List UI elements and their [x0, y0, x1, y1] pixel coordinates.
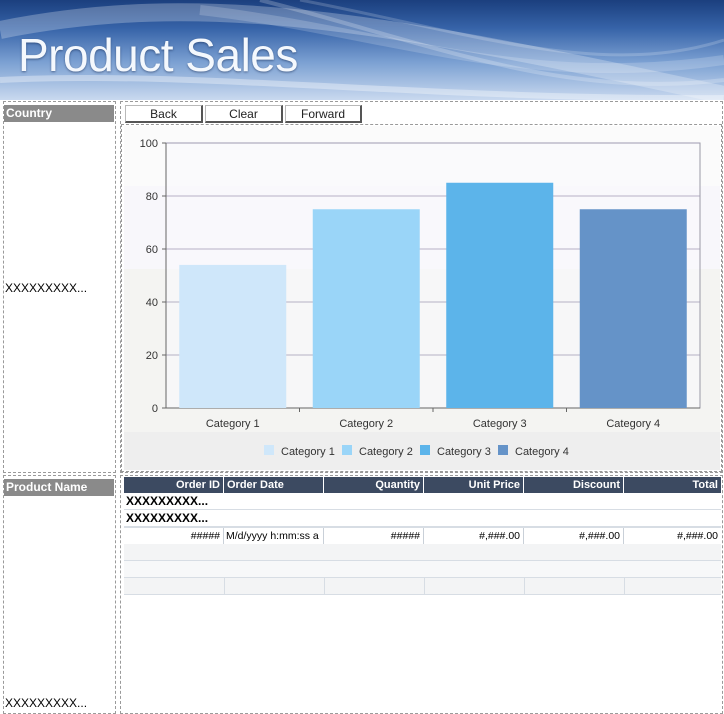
legend-label: Category 1 [281, 446, 335, 458]
empty-row [124, 544, 721, 561]
bar-4 [579, 209, 687, 408]
x-tick-label: Category 1 [206, 418, 260, 430]
forward-button[interactable]: Forward [285, 105, 362, 123]
y-tick-label: 40 [146, 297, 158, 309]
y-tick-label: 20 [146, 350, 158, 362]
legend-swatch [420, 445, 430, 455]
column-divider [324, 578, 325, 595]
report-banner: Product Sales [0, 0, 724, 100]
legend-swatch [342, 445, 352, 455]
y-tick-label: 100 [140, 138, 158, 150]
col-header-discount[interactable]: Discount [524, 477, 624, 493]
y-tick-label: 0 [152, 403, 158, 415]
bar-chart: 0 20 40 60 80 100 Category 1 Category 2 Category… [124, 126, 720, 470]
empty-row [124, 561, 721, 578]
x-tick-label: Category 3 [473, 418, 527, 430]
y-tick-label: 80 [146, 191, 158, 203]
group-row-product: XXXXXXXXX... [124, 510, 721, 527]
cell-quantity: ##### [324, 528, 424, 544]
column-divider [224, 578, 225, 595]
back-button[interactable]: Back [125, 105, 203, 123]
country-label: Country [4, 105, 114, 122]
col-header-total[interactable]: Total [624, 477, 721, 493]
chart-svg: 0 20 40 60 80 100 Category 1 Category 2 Category… [124, 126, 720, 470]
column-divider [524, 578, 525, 595]
empty-row [124, 578, 721, 595]
legend-label: Category 3 [437, 446, 491, 458]
report-title: Product Sales [18, 29, 298, 81]
cell-discount: #,###.00 [524, 528, 624, 544]
legend-swatch [498, 445, 508, 455]
row-divider [124, 527, 721, 528]
country-value[interactable]: XXXXXXXXX... [5, 281, 87, 295]
legend-label: Category 2 [359, 446, 413, 458]
group-row-country: XXXXXXXXX... [124, 493, 721, 510]
bar-3 [446, 182, 554, 408]
product-panel [3, 475, 116, 714]
bar-1 [179, 264, 287, 408]
cell-order-id: ##### [124, 528, 224, 544]
column-divider [624, 578, 625, 595]
column-divider [424, 578, 425, 595]
product-name-label: Product Name [4, 479, 114, 496]
col-header-order-date[interactable]: Order Date [224, 477, 324, 493]
clear-button[interactable]: Clear [205, 105, 283, 123]
cell-unit-price: #,###.00 [424, 528, 524, 544]
y-tick-label: 60 [146, 244, 158, 256]
bar-2 [312, 209, 420, 408]
legend-swatch [264, 445, 274, 455]
product-name-value[interactable]: XXXXXXXXX... [5, 696, 87, 710]
col-header-unit-price[interactable]: Unit Price [424, 477, 524, 493]
x-tick-label: Category 4 [606, 418, 660, 430]
cell-total: #,###.00 [677, 530, 718, 542]
cell-order-date: M/d/yyyy h:mm:ss a [224, 528, 324, 544]
col-header-quantity[interactable]: Quantity [324, 477, 424, 493]
col-header-order-id[interactable]: Order ID [124, 477, 224, 493]
legend-label: Category 4 [515, 446, 569, 458]
x-tick-label: Category 2 [339, 418, 393, 430]
